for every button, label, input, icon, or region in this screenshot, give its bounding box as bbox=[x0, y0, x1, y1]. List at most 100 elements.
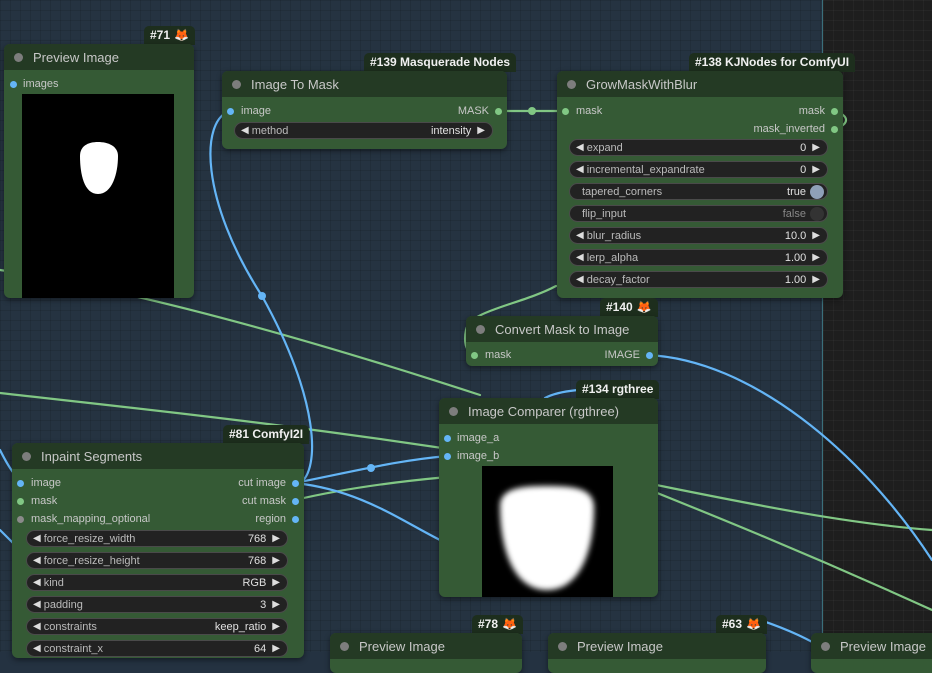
slot-dot-icon[interactable] bbox=[10, 80, 17, 88]
output-slot-mask[interactable]: mask bbox=[799, 103, 838, 119]
slot-dot-icon[interactable] bbox=[646, 351, 653, 359]
slot-dot-icon[interactable] bbox=[17, 497, 24, 505]
increment-arrow-icon[interactable]: ▶ bbox=[812, 230, 820, 241]
slot-dot-icon[interactable] bbox=[831, 125, 838, 133]
decrement-arrow-icon[interactable]: ◀ bbox=[33, 621, 41, 632]
method-combo[interactable]: ◀ method intensity ▶ bbox=[234, 122, 493, 139]
node-titlebar[interactable]: Inpaint Segments bbox=[12, 443, 304, 469]
slot-dot-icon[interactable] bbox=[495, 107, 502, 115]
input-slot-image[interactable]: image bbox=[227, 103, 271, 119]
padding-number[interactable]: ◀ padding 3 ▶ bbox=[26, 596, 288, 613]
increment-arrow-icon[interactable]: ▶ bbox=[812, 142, 820, 153]
lerp-alpha-number[interactable]: ◀ lerp_alpha 1.00 ▶ bbox=[569, 249, 828, 266]
collapse-dot-icon[interactable] bbox=[476, 324, 485, 334]
input-slot-mask[interactable]: mask bbox=[562, 103, 602, 119]
output-slot-mask[interactable]: MASK bbox=[458, 103, 502, 119]
node-titlebar[interactable]: Preview Image bbox=[330, 633, 522, 659]
collapse-dot-icon[interactable] bbox=[449, 406, 458, 416]
collapse-dot-icon[interactable] bbox=[821, 641, 830, 651]
comparer-image[interactable] bbox=[482, 466, 613, 597]
node-image-to-mask[interactable]: Image To Mask image MASK ◀ method intens… bbox=[222, 71, 507, 149]
node-preview-image-71[interactable]: Preview Image images bbox=[4, 44, 194, 298]
slot-dot-icon[interactable] bbox=[444, 452, 451, 460]
input-slot-images[interactable]: images bbox=[10, 76, 58, 92]
node-grow-mask-with-blur[interactable]: GrowMaskWithBlur mask mask mask_inverted… bbox=[557, 71, 843, 298]
node-preview-image-63[interactable]: Preview Image bbox=[548, 633, 766, 673]
collapse-dot-icon[interactable] bbox=[340, 641, 349, 651]
output-slot-cut-mask[interactable]: cut mask bbox=[242, 493, 299, 509]
input-slot-mask-mapping[interactable]: mask_mapping_optional bbox=[17, 511, 150, 527]
kind-combo[interactable]: ◀ kind RGB ▶ bbox=[26, 574, 288, 591]
node-titlebar[interactable]: GrowMaskWithBlur bbox=[557, 71, 843, 97]
slot-dot-icon[interactable] bbox=[444, 434, 451, 442]
output-slot-image[interactable]: IMAGE bbox=[605, 347, 653, 363]
increment-arrow-icon[interactable]: ▶ bbox=[812, 274, 820, 285]
input-slot-mask[interactable]: mask bbox=[471, 347, 511, 363]
output-slot-cut-image[interactable]: cut image bbox=[238, 475, 299, 491]
node-preview-image-78[interactable]: Preview Image bbox=[330, 633, 522, 673]
force-resize-width-number[interactable]: ◀ force_resize_width 768 ▶ bbox=[26, 530, 288, 547]
decrement-arrow-icon[interactable]: ◀ bbox=[33, 577, 41, 588]
constraints-combo[interactable]: ◀ constraints keep_ratio ▶ bbox=[26, 618, 288, 635]
decrement-arrow-icon[interactable]: ◀ bbox=[33, 643, 41, 654]
collapse-dot-icon[interactable] bbox=[232, 79, 241, 89]
output-slot-region[interactable]: region bbox=[255, 511, 299, 527]
slot-dot-icon[interactable] bbox=[17, 515, 24, 523]
increment-arrow-icon[interactable]: ▶ bbox=[272, 643, 280, 654]
incremental-expandrate-number[interactable]: ◀ incremental_expandrate 0 ▶ bbox=[569, 161, 828, 178]
slot-dot-icon[interactable] bbox=[17, 479, 24, 487]
slot-dot-icon[interactable] bbox=[562, 107, 569, 115]
decay-factor-number[interactable]: ◀ decay_factor 1.00 ▶ bbox=[569, 271, 828, 288]
collapse-dot-icon[interactable] bbox=[558, 641, 567, 651]
increment-arrow-icon[interactable]: ▶ bbox=[272, 555, 280, 566]
flip-input-toggle[interactable]: flip_input false bbox=[569, 205, 828, 222]
increment-arrow-icon[interactable]: ▶ bbox=[272, 577, 280, 588]
node-titlebar[interactable]: Preview Image bbox=[811, 633, 932, 659]
toggle-off-icon[interactable] bbox=[810, 206, 824, 221]
decrement-arrow-icon[interactable]: ◀ bbox=[33, 555, 41, 566]
increment-arrow-icon[interactable]: ▶ bbox=[272, 533, 280, 544]
constraint-x-number[interactable]: ◀ constraint_x 64 ▶ bbox=[26, 640, 288, 657]
slot-dot-icon[interactable] bbox=[471, 351, 478, 359]
input-slot-image-b[interactable]: image_b bbox=[444, 448, 499, 464]
node-titlebar[interactable]: Preview Image bbox=[548, 633, 766, 659]
collapse-dot-icon[interactable] bbox=[14, 52, 23, 62]
slot-dot-icon[interactable] bbox=[831, 107, 838, 115]
node-titlebar[interactable]: Image Comparer (rgthree) bbox=[439, 398, 658, 424]
tapered-corners-toggle[interactable]: tapered_corners true bbox=[569, 183, 828, 200]
decrement-arrow-icon[interactable]: ◀ bbox=[241, 125, 249, 136]
node-preview-image-right[interactable]: Preview Image bbox=[811, 633, 932, 673]
collapse-dot-icon[interactable] bbox=[567, 79, 576, 89]
decrement-arrow-icon[interactable]: ◀ bbox=[576, 274, 584, 285]
collapse-dot-icon[interactable] bbox=[22, 451, 31, 461]
increment-arrow-icon[interactable]: ▶ bbox=[812, 252, 820, 263]
node-titlebar[interactable]: Image To Mask bbox=[222, 71, 507, 97]
node-titlebar[interactable]: Convert Mask to Image bbox=[466, 316, 658, 342]
expand-number[interactable]: ◀ expand 0 ▶ bbox=[569, 139, 828, 156]
input-slot-image-a[interactable]: image_a bbox=[444, 430, 499, 446]
decrement-arrow-icon[interactable]: ◀ bbox=[33, 533, 41, 544]
decrement-arrow-icon[interactable]: ◀ bbox=[576, 230, 584, 241]
output-slot-mask-inverted[interactable]: mask_inverted bbox=[753, 121, 838, 137]
toggle-on-icon[interactable] bbox=[810, 184, 824, 199]
node-image-comparer[interactable]: Image Comparer (rgthree) image_a image_b bbox=[439, 398, 658, 597]
input-slot-image[interactable]: image bbox=[17, 475, 61, 491]
decrement-arrow-icon[interactable]: ◀ bbox=[576, 252, 584, 263]
node-titlebar[interactable]: Preview Image bbox=[4, 44, 194, 70]
slot-dot-icon[interactable] bbox=[292, 515, 299, 523]
slot-dot-icon[interactable] bbox=[292, 479, 299, 487]
slot-dot-icon[interactable] bbox=[292, 497, 299, 505]
decrement-arrow-icon[interactable]: ◀ bbox=[33, 599, 41, 610]
force-resize-height-number[interactable]: ◀ force_resize_height 768 ▶ bbox=[26, 552, 288, 569]
node-convert-mask-to-image[interactable]: Convert Mask to Image mask IMAGE bbox=[466, 316, 658, 366]
increment-arrow-icon[interactable]: ▶ bbox=[272, 599, 280, 610]
decrement-arrow-icon[interactable]: ◀ bbox=[576, 164, 584, 175]
increment-arrow-icon[interactable]: ▶ bbox=[812, 164, 820, 175]
increment-arrow-icon[interactable]: ▶ bbox=[477, 125, 485, 136]
blur-radius-number[interactable]: ◀ blur_radius 10.0 ▶ bbox=[569, 227, 828, 244]
increment-arrow-icon[interactable]: ▶ bbox=[272, 621, 280, 632]
slot-dot-icon[interactable] bbox=[227, 107, 234, 115]
input-slot-mask[interactable]: mask bbox=[17, 493, 57, 509]
decrement-arrow-icon[interactable]: ◀ bbox=[576, 142, 584, 153]
node-inpaint-segments[interactable]: Inpaint Segments image mask mask_mapping… bbox=[12, 443, 304, 658]
